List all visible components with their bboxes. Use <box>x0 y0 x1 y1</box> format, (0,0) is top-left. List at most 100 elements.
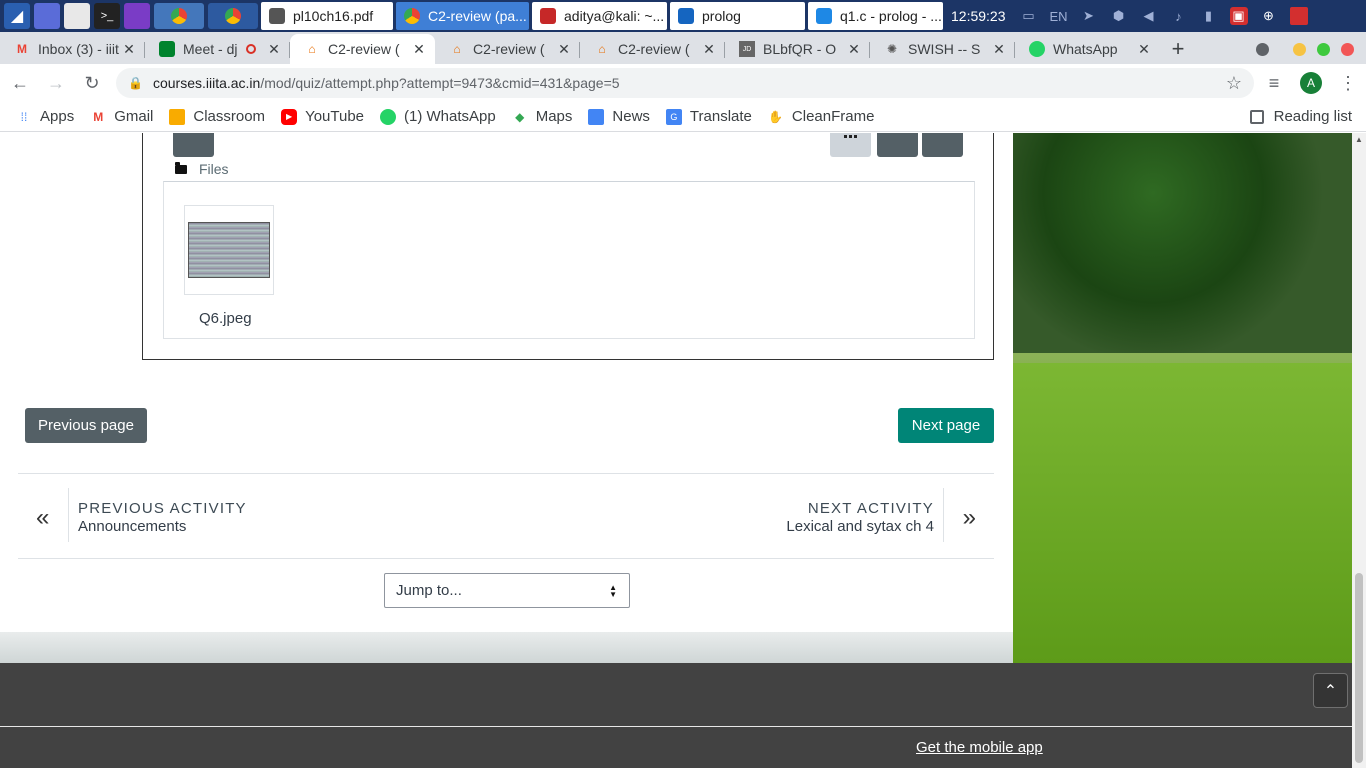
taskbar-window-0[interactable]: pl10ch16.pdf <box>261 2 393 30</box>
chrome-launcher-2-icon[interactable] <box>208 3 258 29</box>
tab-close-icon[interactable]: ✕ <box>701 41 717 58</box>
apps-grid-icon: ⁞⁞ <box>20 109 28 124</box>
display-icon[interactable]: ▭ <box>1020 7 1038 25</box>
grid-view-button[interactable] <box>830 133 871 157</box>
previous-activity-label[interactable]: PREVIOUS ACTIVITY <box>78 500 247 517</box>
volume-icon[interactable]: ◀ <box>1140 7 1158 25</box>
files-breadcrumb[interactable]: Files <box>175 161 229 177</box>
bookmark-gmail[interactable]: M Gmail <box>90 108 153 125</box>
tab-2[interactable]: ⌂ C2-review (✕ <box>290 34 435 64</box>
pdf-icon <box>269 8 285 24</box>
whatsapp-icon <box>380 108 397 125</box>
page-footer: ⌃ Get the mobile app <box>0 663 1352 768</box>
bookmark-news[interactable]: News <box>588 108 650 125</box>
shield-icon[interactable]: ⬢ <box>1110 7 1128 25</box>
file-name[interactable]: Q6.jpeg <box>199 310 252 327</box>
bookmark-cleanframe[interactable]: ✋ CleanFrame <box>768 108 874 125</box>
tab-6[interactable]: ✺ SWISH -- S ✕ <box>870 34 1015 64</box>
previous-activity-link[interactable]: Announcements <box>78 518 186 535</box>
tab-7[interactable]: WhatsApp ✕ <box>1015 34 1160 64</box>
grid-icon <box>844 135 857 138</box>
tab-search-icon[interactable] <box>1256 42 1269 56</box>
tab-5[interactable]: JD BLbfQR - O ✕ <box>725 34 870 64</box>
media-controls-icon[interactable]: ≡ <box>1258 67 1290 99</box>
bookmark-apps[interactable]: ⁞⁞ Apps <box>16 108 75 125</box>
double-chevron-right-icon[interactable]: » <box>963 504 976 532</box>
forward-icon[interactable]: → <box>40 67 72 99</box>
screen-record-icon[interactable] <box>124 3 150 29</box>
back-to-top-button[interactable]: ⌃ <box>1313 673 1348 708</box>
bookmark-youtube[interactable]: ▶ YouTube <box>281 108 364 125</box>
tab-close-icon[interactable]: ✕ <box>846 41 862 58</box>
swish-icon: ✺ <box>886 42 898 56</box>
bookmark-classroom[interactable]: Classroom <box>169 108 265 125</box>
clock[interactable]: 12:59:23 <box>951 8 1006 24</box>
tab-close-icon[interactable]: ✕ <box>266 41 282 58</box>
bookmark-star-icon[interactable]: ☆ <box>1226 73 1242 94</box>
battery-icon[interactable]: ▮ <box>1200 7 1218 25</box>
folder-icon <box>175 161 187 174</box>
menu-kebab-icon[interactable]: ⋮ <box>1332 67 1364 99</box>
mobile-app-link[interactable]: Get the mobile app <box>916 739 1043 756</box>
chrome-launcher-icon[interactable] <box>154 3 204 29</box>
tab-close-icon[interactable]: ✕ <box>991 41 1007 58</box>
add-file-button[interactable] <box>173 133 214 157</box>
kali-menu-icon[interactable]: ◢ <box>4 3 30 29</box>
lock-screen-icon[interactable]: ▣ <box>1229 7 1248 25</box>
minimize-icon[interactable] <box>1293 42 1306 56</box>
close-window-icon[interactable] <box>1341 42 1354 56</box>
power-icon[interactable] <box>1289 7 1308 25</box>
next-activity-label[interactable]: NEXT ACTIVITY <box>808 500 934 517</box>
workspace-icon[interactable] <box>34 3 60 29</box>
bookmark-whatsapp[interactable]: (1) WhatsApp <box>380 108 496 125</box>
profile-avatar[interactable]: A <box>1300 72 1322 94</box>
system-tray: ▭ EN ➤ ⬢ ◀ ♪ ▮ ▣ ⊕ <box>1014 7 1314 25</box>
tab-close-icon[interactable]: ✕ <box>556 41 572 58</box>
moodle-icon: ⌂ <box>598 42 606 56</box>
tab-3[interactable]: ⌂ C2-review (✕ <box>435 34 580 64</box>
file-thumbnail[interactable] <box>184 205 274 295</box>
classroom-icon <box>169 108 186 125</box>
next-activity-link[interactable]: Lexical and sytax ch 4 <box>786 518 934 535</box>
next-page-button[interactable]: Next page <box>898 408 994 443</box>
tab-close-icon[interactable]: ✕ <box>411 41 427 58</box>
recording-indicator-icon <box>246 44 256 54</box>
file-area: Q6.jpeg <box>163 181 975 339</box>
jump-to-select[interactable]: Jump to... ▲ ▼ <box>384 573 630 608</box>
page-scrollbar[interactable]: ▲ <box>1352 133 1366 768</box>
taskbar-window-4[interactable]: q1.c - prolog - ... <box>808 2 943 30</box>
file-manager-icon[interactable] <box>64 3 90 29</box>
taskbar-window-2[interactable]: aditya@kali: ~... <box>532 2 667 30</box>
taskbar-window-3[interactable]: prolog <box>670 2 805 30</box>
notification-bell-icon[interactable]: ♪ <box>1170 7 1188 25</box>
tab-1[interactable]: Meet - dj ✕ <box>145 34 290 64</box>
list-view-button[interactable] <box>877 133 918 157</box>
previous-page-button[interactable]: Previous page <box>25 408 147 443</box>
chrome-icon <box>404 8 420 24</box>
language-indicator[interactable]: EN <box>1049 7 1067 25</box>
reading-list[interactable]: Reading list <box>1249 108 1352 125</box>
scroll-up-arrow-icon[interactable]: ▲ <box>1352 135 1366 144</box>
jdoodle-icon: JD <box>739 41 755 57</box>
new-tab-button[interactable]: + <box>1160 34 1196 64</box>
background-road <box>0 632 1013 663</box>
back-icon[interactable]: ← <box>4 67 36 99</box>
tab-4[interactable]: ⌂ C2-review (✕ <box>580 34 725 64</box>
tab-0[interactable]: M Inbox (3) - iiit ✕ <box>0 34 145 64</box>
reload-icon[interactable]: ↻ <box>76 67 108 99</box>
logout-icon[interactable]: ⊕ <box>1260 7 1278 25</box>
telegram-icon[interactable]: ➤ <box>1080 7 1098 25</box>
scrollbar-thumb[interactable] <box>1355 573 1363 763</box>
tree-view-button[interactable] <box>922 133 963 157</box>
bookmark-maps[interactable]: ◆ Maps <box>512 108 572 125</box>
cleanframe-icon: ✋ <box>768 109 784 124</box>
tab-close-icon[interactable]: ✕ <box>1136 41 1152 58</box>
terminal-icon[interactable]: >_ <box>94 3 120 29</box>
lock-icon[interactable]: 🔒 <box>128 76 143 90</box>
maximize-icon[interactable] <box>1317 42 1330 56</box>
address-bar[interactable]: 🔒 courses.iiita.ac.in/mod/quiz/attempt.p… <box>116 68 1254 98</box>
tab-close-icon[interactable]: ✕ <box>121 41 137 58</box>
double-chevron-left-icon[interactable]: « <box>36 504 49 532</box>
taskbar-window-1[interactable]: C2-review (pa... <box>396 2 529 30</box>
bookmark-translate[interactable]: G Translate <box>665 108 752 125</box>
